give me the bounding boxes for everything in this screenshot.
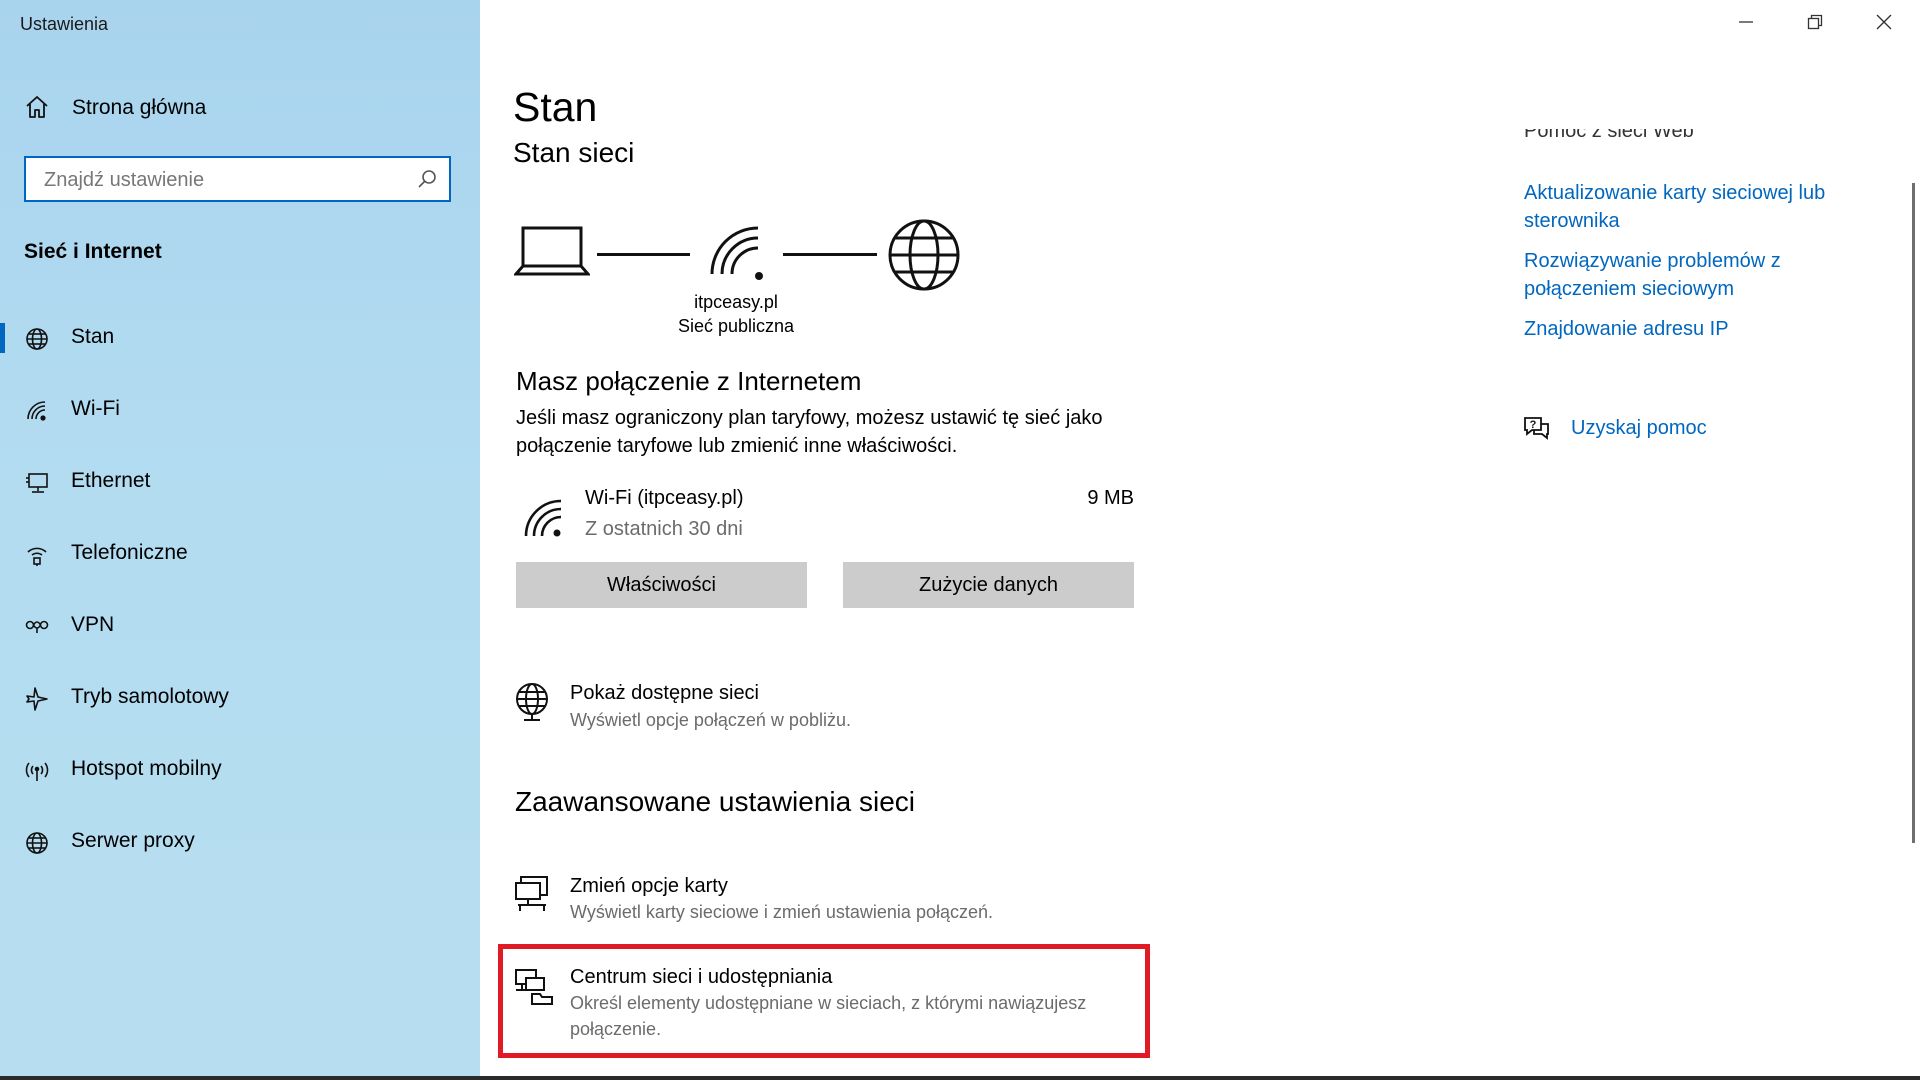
connection-status-heading: Masz połączenie z Internetem — [516, 366, 862, 396]
page-subtitle: Stan sieci — [513, 137, 635, 168]
sidebar-item-hotspot[interactable]: Hotspot mobilny — [0, 742, 480, 798]
page-title: Stan — [513, 84, 598, 130]
sidebar-item-airplane[interactable]: Tryb samolotowy — [0, 670, 480, 726]
network-type: Sieć publiczna — [677, 316, 795, 336]
show-networks-link[interactable]: Pokaż dostępne sieci — [570, 682, 759, 705]
laptop-icon — [512, 224, 592, 285]
sidebar: Ustawienia Strona główna Sieć i Internet… — [0, 0, 480, 1080]
window-bottom-border — [0, 1076, 1920, 1080]
globe-icon — [24, 326, 50, 352]
connection-line-right — [783, 253, 877, 256]
close-icon — [1876, 14, 1892, 35]
sidebar-item-vpn[interactable]: VPN — [0, 598, 480, 654]
close-button[interactable] — [1850, 0, 1918, 48]
help-link-troubleshoot[interactable]: Rozwiązywanie problemów z połączeniem si… — [1524, 247, 1854, 303]
wifi-connection-icon — [523, 498, 565, 545]
search-input[interactable] — [42, 166, 416, 194]
help-link-update-adapter[interactable]: Aktualizowanie karty sieciowej lub stero… — [1524, 179, 1854, 235]
home-icon — [24, 94, 50, 125]
sharing-center-icon[interactable] — [514, 966, 554, 1011]
airplane-icon — [24, 686, 50, 712]
sidebar-item-proxy[interactable]: Serwer proxy — [0, 814, 480, 870]
home-link[interactable] — [24, 94, 50, 124]
internet-globe-icon — [887, 218, 961, 297]
network-sharing-center-link[interactable]: Centrum sieci i udostępniania — [570, 966, 832, 989]
available-networks-icon[interactable] — [514, 682, 552, 727]
search-icon[interactable] — [417, 169, 437, 194]
restore-button[interactable] — [1781, 0, 1849, 48]
network-adapter-icon[interactable] — [514, 875, 550, 918]
section-title: Sieć i Internet — [24, 240, 162, 263]
restore-icon — [1807, 14, 1823, 35]
vpn-icon — [24, 614, 50, 640]
help-link-find-ip[interactable]: Znajdowanie adresu IP — [1524, 315, 1854, 343]
scrollbar[interactable] — [1912, 183, 1915, 843]
data-usage-button[interactable]: Zużycie danych — [843, 562, 1134, 608]
sidebar-item-label: Wi-Fi — [71, 397, 120, 420]
hotspot-icon — [24, 758, 50, 784]
help-heading: Pomoc z sieci Web — [1524, 129, 1694, 142]
properties-button[interactable]: Właściwości — [516, 562, 807, 608]
sidebar-item-stan[interactable]: Stan — [0, 310, 480, 366]
connection-name: Wi-Fi (itpceasy.pl) — [585, 487, 744, 509]
sidebar-item-label: Hotspot mobilny — [71, 757, 222, 780]
network-name: itpceasy.pl — [694, 292, 778, 312]
minimize-icon — [1738, 14, 1754, 35]
get-help-link[interactable]: Uzyskaj pomoc — [1571, 414, 1901, 442]
get-help-icon[interactable]: ? — [1522, 414, 1550, 447]
sidebar-item-ethernet[interactable]: Ethernet — [0, 454, 480, 510]
minimize-button[interactable] — [1712, 0, 1780, 48]
sidebar-item-label: Ethernet — [71, 469, 151, 492]
connection-line-left — [597, 253, 690, 256]
connection-period: Z ostatnich 30 dni — [585, 518, 743, 540]
dialup-icon — [24, 542, 50, 568]
sidebar-item-label: Tryb samolotowy — [71, 685, 229, 708]
connection-status-text: Jeśli masz ograniczony plan taryfowy, mo… — [516, 407, 1103, 457]
show-networks-subtitle: Wyświetl opcje połączeń w pobliżu. — [570, 710, 851, 730]
wifi-diagram-icon — [708, 224, 768, 289]
sidebar-item-wifi[interactable]: Wi-Fi — [0, 382, 480, 438]
home-label[interactable]: Strona główna — [72, 96, 206, 120]
change-adapter-options-subtitle: Wyświetl karty sieciowe i zmień ustawien… — [570, 902, 993, 922]
wifi-icon — [24, 398, 50, 424]
sidebar-item-label: VPN — [71, 613, 115, 636]
change-adapter-options-link[interactable]: Zmień opcje karty — [570, 875, 728, 898]
window-title: Ustawienia — [20, 14, 109, 34]
advanced-settings-heading: Zaawansowane ustawienia sieci — [515, 786, 915, 817]
sidebar-item-dialup[interactable]: Telefoniczne — [0, 526, 480, 582]
sidebar-item-label: Telefoniczne — [71, 541, 188, 564]
network-sharing-center-subtitle: Określ elementy udostępniane w sieciach,… — [570, 993, 1087, 1039]
ethernet-icon — [24, 470, 50, 496]
sidebar-item-label: Serwer proxy — [71, 829, 195, 852]
search-box[interactable] — [24, 156, 451, 202]
proxy-globe-icon — [24, 830, 50, 856]
sidebar-item-label: Stan — [71, 325, 115, 348]
svg-text:?: ? — [1530, 419, 1537, 431]
connection-usage: 9 MB — [1087, 487, 1134, 509]
